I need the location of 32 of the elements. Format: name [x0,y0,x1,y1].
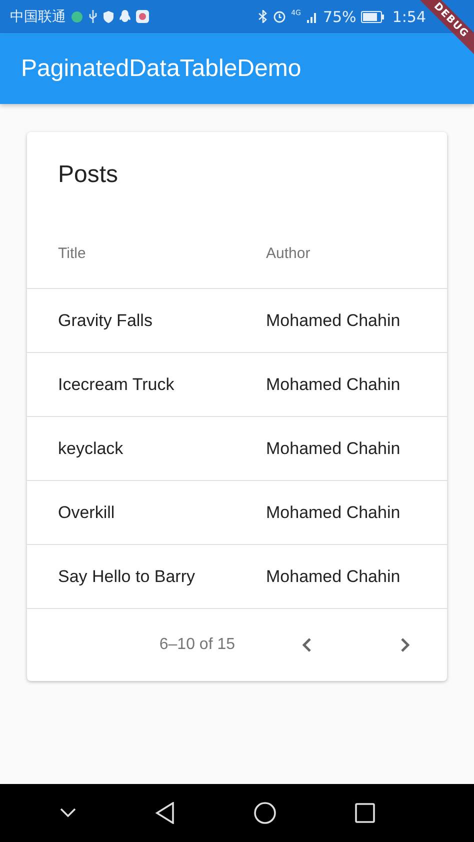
table-cell-text: Gravity Falls [58,310,154,330]
page-range: 6–10 of 15 [159,636,235,654]
app-icon [136,10,149,23]
table-cell-text: Icecream Truck [58,374,176,394]
back-icon[interactable] [154,802,174,824]
chevron-down-icon[interactable] [60,808,76,818]
recents-icon[interactable] [354,803,374,823]
bluetooth-icon [258,10,268,23]
table-cell: Mohamed Chahin [266,566,400,586]
chevron-right-icon [399,637,411,653]
battery-percent: 75% [322,8,356,26]
chevron-left-icon [301,637,313,653]
column-header[interactable]: Title [58,244,266,262]
table-cell: Mohamed Chahin [266,502,400,522]
table-cell: Mohamed Chahin [266,374,400,394]
clock: 1:54 [392,8,426,26]
alarm-icon [273,10,286,23]
shield-icon [103,10,114,22]
penguin-icon [119,10,131,23]
table-cell-text: keyclack [58,438,124,458]
carrier-name: 中国联通 [10,8,66,26]
table-cell-text: Overkill [58,502,116,522]
app-title: PaginatedDataTableDemo [21,54,302,82]
table-cell: Mohamed Chahin [266,310,400,330]
table-title: Posts [57,160,120,190]
column-header[interactable]: Author [266,244,310,262]
table-cell: Mohamed Chahin [266,438,400,458]
battery-icon [361,10,386,22]
usb-icon [88,10,98,23]
table-cell-text: Say Hello to Barry [58,566,196,586]
signal-icon [306,10,318,22]
home-icon[interactable] [254,802,276,824]
